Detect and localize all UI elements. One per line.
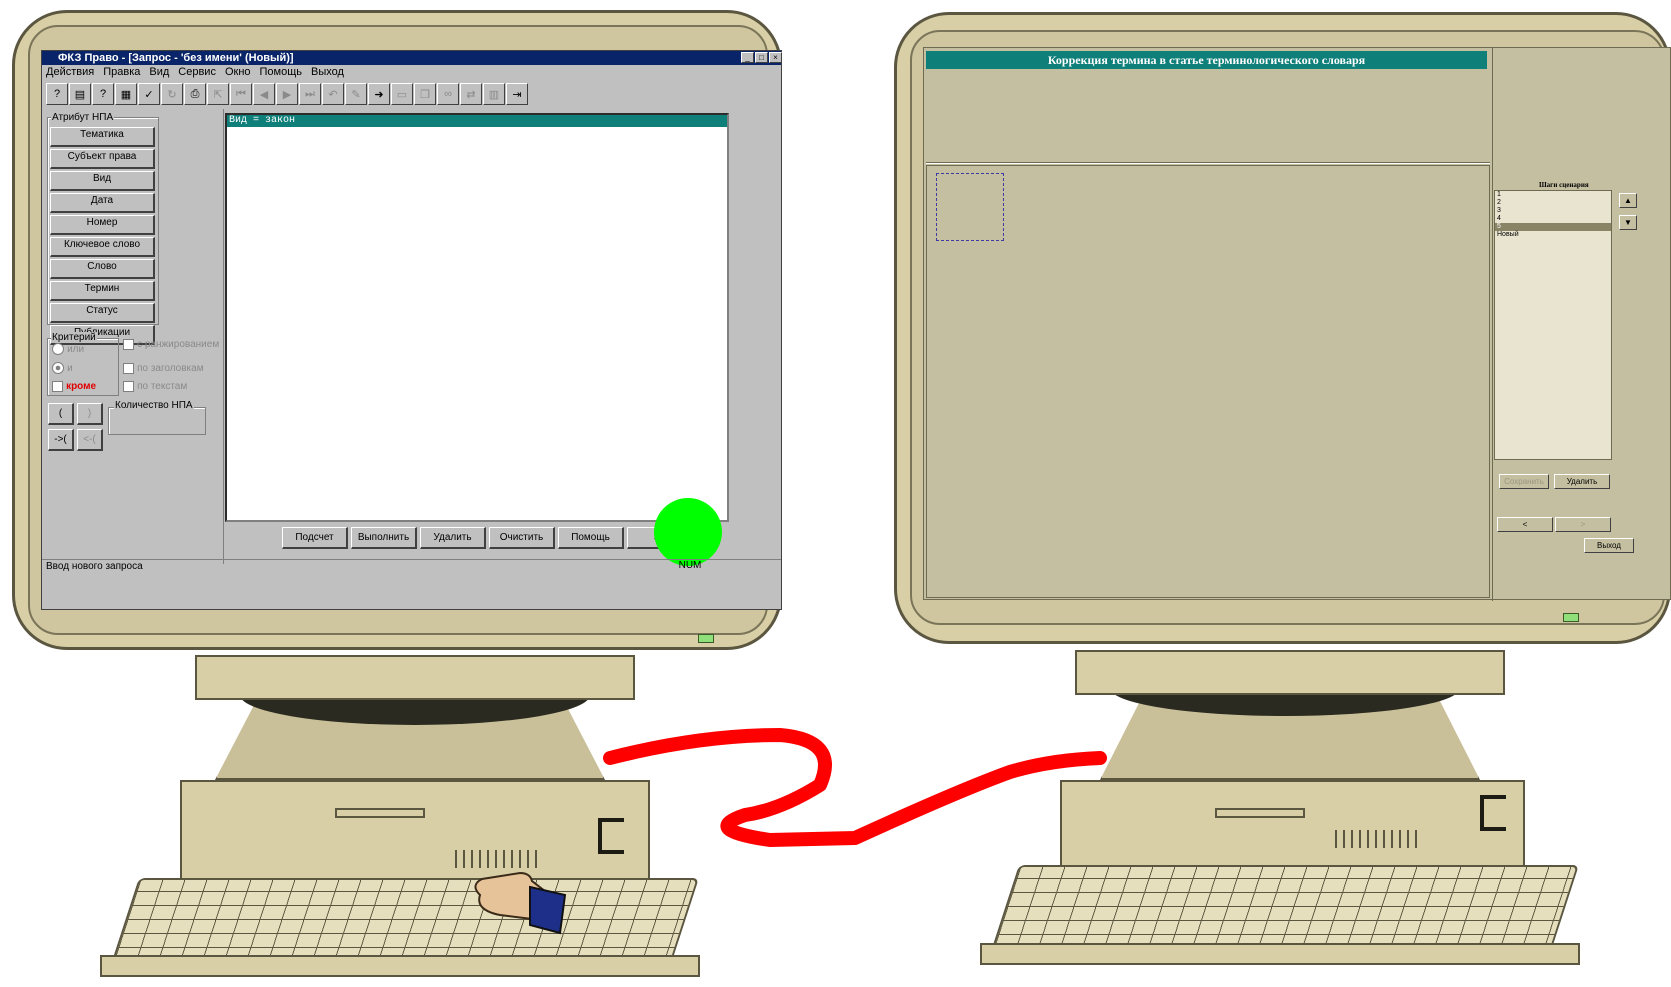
right-power-led [1563,613,1579,622]
step-item[interactable]: 3 [1495,207,1611,215]
right-power-icon [1480,795,1506,831]
selection-box[interactable] [936,173,1004,241]
design-canvas[interactable] [926,165,1490,598]
right-stand-top [1075,650,1505,695]
right-keyboard [991,865,1579,951]
steps-list[interactable]: 1 2 3 4 5 Новый [1494,190,1612,460]
step-item[interactable]: 4 [1495,215,1611,223]
prev-step-button[interactable]: < [1497,517,1553,532]
scroll-down-button[interactable]: ▼ [1619,215,1637,230]
right-floppy-slot [1215,808,1305,818]
delete-step-button[interactable]: Удалить [1554,474,1610,489]
step-item[interactable]: 1 [1495,191,1611,199]
right-case-vents [1335,830,1420,848]
exit-button[interactable]: Выход [1584,538,1634,553]
right-window-title: Коррекция термина в статье терминологиче… [926,51,1487,69]
header-separator [926,162,1490,164]
scroll-up-button[interactable]: ▲ [1619,193,1637,208]
right-keyboard-front [980,943,1580,965]
save-step-button[interactable]: Сохранить [1499,474,1549,489]
right-app-window: Коррекция термина в статье терминологиче… [923,47,1671,601]
steps-label: Шаги сценария [1539,181,1589,189]
step-item[interactable]: 2 [1495,199,1611,207]
right-computer: Коррекция термина в статье терминологиче… [880,0,1671,987]
next-step-button[interactable]: > [1555,517,1611,532]
step-item-selected[interactable]: 5 [1495,223,1611,231]
step-item-new[interactable]: Новый [1495,231,1611,239]
